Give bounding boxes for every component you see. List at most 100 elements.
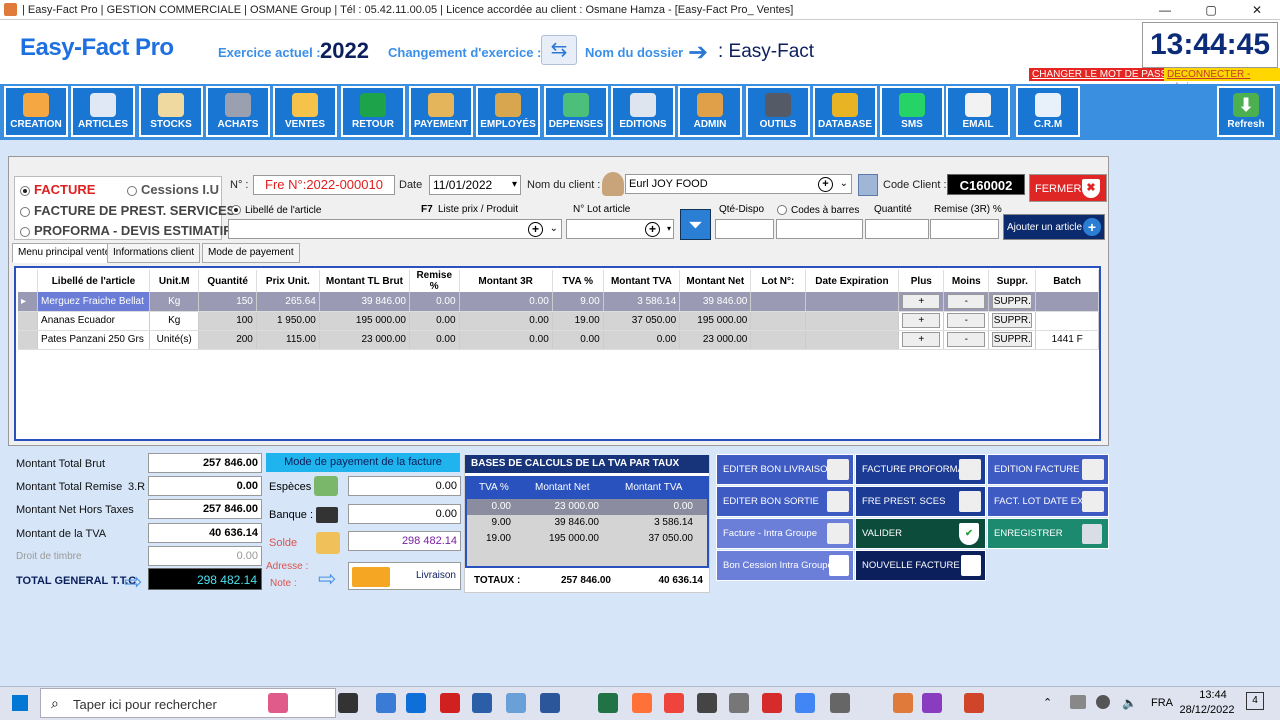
chrome-icon[interactable] (795, 693, 815, 713)
toolbar-creation-button[interactable]: CREATION (4, 86, 68, 137)
chevron-down-icon[interactable]: ⌄ (840, 175, 848, 193)
tva-row[interactable]: 0.00 23 000.00 0.00 (467, 499, 707, 515)
table-row[interactable]: Ananas Ecuador Kg 100 1 950.00 195 000.00 0.0… (18, 311, 1099, 331)
visual-studio-icon[interactable] (922, 693, 942, 713)
grid-cell[interactable]: + (898, 292, 945, 312)
grid-header-cell[interactable]: Montant Net (679, 270, 752, 292)
paint-icon[interactable] (268, 693, 288, 713)
grid-header-cell[interactable]: Unit.M (149, 270, 200, 292)
table-row[interactable]: ▸ Merguez Fraiche Bellat Kg 150 265.64 39 846… (18, 292, 1099, 312)
grid-cell[interactable] (805, 330, 900, 350)
grid-cell[interactable]: + (898, 311, 945, 331)
toolbar-articles-button[interactable]: ARTICLES (71, 86, 135, 137)
grid-cell[interactable] (750, 311, 806, 331)
grid-cell[interactable]: Ananas Ecuador (37, 311, 150, 331)
record-icon[interactable] (440, 693, 460, 713)
toolbar-depenses-button[interactable]: DEPENSES (544, 86, 608, 137)
toolbar-admin-button[interactable]: ADMIN (678, 86, 742, 137)
grid-header-cell[interactable]: Quantité (198, 270, 257, 292)
bank-icon[interactable] (830, 693, 850, 713)
grid-cell[interactable] (750, 330, 806, 350)
grid-cell[interactable]: 0.00 (409, 330, 460, 350)
row-marker[interactable] (18, 330, 39, 350)
minus-button[interactable]: - (947, 332, 986, 347)
grid-cell[interactable]: SUPPR. (988, 330, 1037, 350)
grid-cell[interactable]: - (943, 330, 990, 350)
fact-lot-date-button[interactable]: FACT. LOT DATE EXP. (987, 486, 1109, 517)
grid-header-cell[interactable]: Prix Unit. (256, 270, 320, 292)
facture-intra-groupe-button[interactable]: Facture - Intra Groupe (716, 518, 854, 549)
firefox-icon[interactable] (632, 693, 652, 713)
date-field[interactable]: 11/01/2022 ▾ (429, 175, 521, 195)
grid-header-cell[interactable]: Lot N°: (750, 270, 806, 292)
grid-header-cell[interactable]: Batch (1035, 270, 1099, 292)
table-row[interactable]: Pates Panzani 250 Grs Unité(s) 200 115.00 23… (18, 330, 1099, 350)
maximize-button[interactable]: ▢ (1188, 0, 1234, 20)
grid-header-cell[interactable]: Libellé de l'article (37, 270, 150, 292)
tva-row[interactable]: 9.00 39 846.00 3 586.14 (467, 515, 707, 531)
chevron-down-icon[interactable]: ▾ (667, 220, 671, 238)
minimize-button[interactable]: — (1142, 0, 1188, 20)
easy-fact-icon[interactable] (893, 693, 913, 713)
grid-cell[interactable]: 115.00 (256, 330, 320, 350)
add-client-icon[interactable]: + (818, 177, 833, 192)
grid-cell[interactable]: 0.00 (409, 311, 460, 331)
grid-cell[interactable]: 0.00 (552, 330, 604, 350)
grid-cell[interactable]: 23 000.00 (319, 330, 410, 350)
grid-header-cell[interactable]: Plus (898, 270, 945, 292)
especes-field[interactable]: 0.00 (348, 476, 461, 496)
grid-cell[interactable]: 9.00 (552, 292, 604, 312)
toolbar-payement-button[interactable]: PAYEMENT (409, 86, 473, 137)
toolbar-email-button[interactable]: EMAIL (946, 86, 1010, 137)
filter-icon[interactable]: ⏷ (680, 209, 711, 240)
grid-cell[interactable] (1035, 292, 1099, 312)
radio-codes-barres[interactable]: Codes à barres (777, 205, 859, 216)
toolbar-editions-button[interactable]: EDITIONS (611, 86, 675, 137)
grid-cell[interactable]: - (943, 292, 990, 312)
grid-cell[interactable]: 100 (198, 311, 257, 331)
tools-icon[interactable] (697, 693, 717, 713)
grid-header-cell[interactable]: TVA % (552, 270, 604, 292)
taskbar-date[interactable]: 28/12/2022 (1176, 704, 1238, 716)
grid-cell[interactable]: 0.00 (409, 292, 460, 312)
toolbar-employ-s-button[interactable]: EMPLOYÉS (476, 86, 540, 137)
grid-cell[interactable]: 19.00 (552, 311, 604, 331)
grid-cell[interactable]: 150 (198, 292, 257, 312)
sync-icon[interactable] (1096, 695, 1110, 709)
grid-header-cell[interactable]: Suppr. (988, 270, 1037, 292)
quantite-field[interactable] (865, 219, 929, 239)
grid-header-cell[interactable]: Montant 3R (459, 270, 553, 292)
grid-cell[interactable] (805, 292, 900, 312)
grid-cell[interactable]: 39 846.00 (319, 292, 410, 312)
grid-cell[interactable]: 0.00 (459, 330, 553, 350)
minus-button[interactable]: - (947, 313, 986, 328)
radio-cessions[interactable]: Cessions I.U (127, 182, 219, 197)
facture-proforma-button[interactable]: FACTURE PROFORMA (855, 454, 986, 485)
grid-header-cell[interactable]: Remise % (409, 270, 460, 292)
grid-cell[interactable]: 1 950.00 (256, 311, 320, 331)
task-view-icon[interactable] (338, 693, 358, 713)
add-article-icon[interactable]: + (528, 222, 543, 237)
radio-facture-prest[interactable]: FACTURE DE PREST. SERVICES (20, 203, 235, 218)
network-icon[interactable] (1070, 695, 1086, 709)
calculator-icon[interactable] (858, 174, 878, 196)
fermer-button[interactable]: FERMER ✖ (1029, 174, 1107, 202)
anydesk-icon[interactable] (664, 693, 684, 713)
editer-bon-livraison-button[interactable]: EDITER BON LIVRAISON (716, 454, 854, 485)
toolbar-ventes-button[interactable]: VENTES (273, 86, 337, 137)
grid-cell[interactable]: 200 (198, 330, 257, 350)
radio-facture[interactable]: FACTURE (20, 182, 95, 197)
grid-cell[interactable]: 39 846.00 (679, 292, 752, 312)
chevron-down-icon[interactable]: ⌄ (550, 220, 558, 238)
grid-cell[interactable]: 23 000.00 (679, 330, 752, 350)
grid-cell[interactable]: Unité(s) (149, 330, 200, 350)
grid-cell[interactable]: SUPPR. (988, 311, 1037, 331)
ajouter-article-button[interactable]: Ajouter un article + (1003, 214, 1105, 240)
fre-prest-button[interactable]: FRE PREST. SCES (855, 486, 986, 517)
plus-button[interactable]: + (902, 332, 941, 347)
language-indicator[interactable]: FRA (1151, 697, 1173, 709)
toolbar-database-button[interactable]: DATABASE (813, 86, 877, 137)
cloud-icon[interactable] (506, 693, 526, 713)
tray-chevron-icon[interactable]: ⌃ (1043, 696, 1052, 709)
grid-cell[interactable] (1035, 311, 1099, 331)
